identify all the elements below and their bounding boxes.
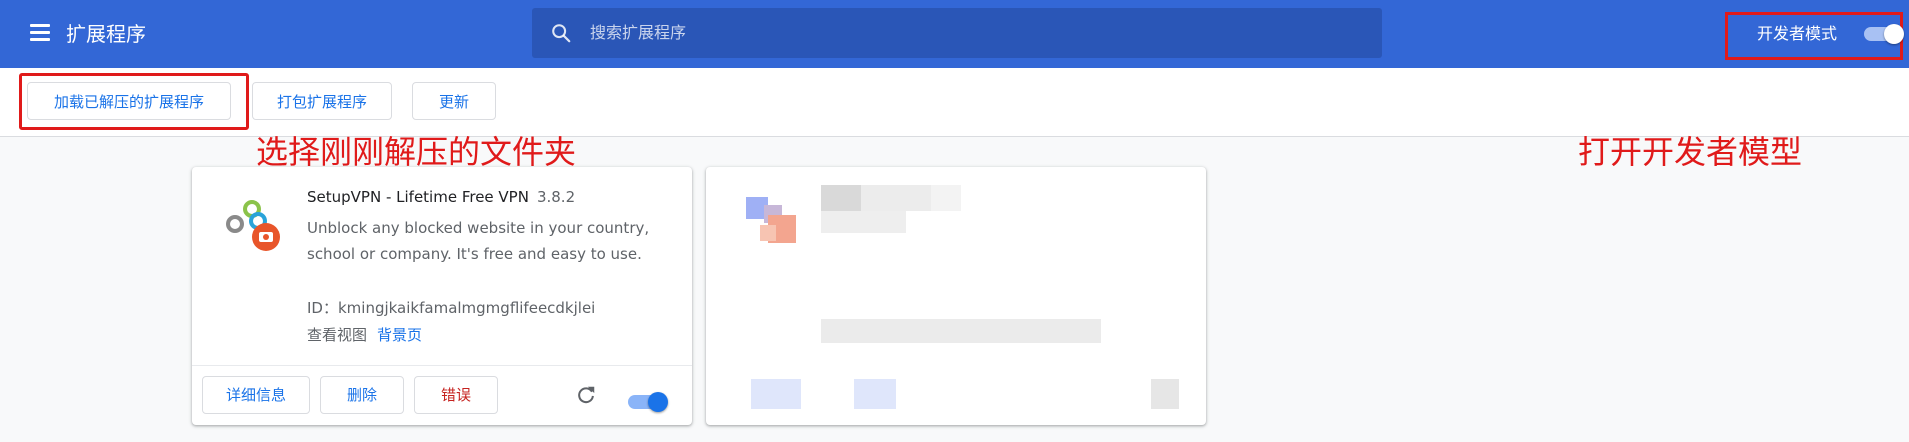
errors-button[interactable]: 错误 (414, 376, 498, 414)
menu-icon[interactable] (30, 24, 50, 41)
blurred-logo-block (760, 225, 776, 241)
page-title: 扩展程序 (66, 22, 146, 46)
extension-card-blurred (706, 167, 1206, 425)
annotation-select-folder: 选择刚刚解压的文件夹 (256, 133, 577, 171)
pack-extension-button[interactable]: 打包扩展程序 (252, 82, 392, 120)
background-page-link[interactable]: 背景页 (377, 326, 422, 344)
blurred-text-block (821, 211, 906, 233)
extension-name: SetupVPN - Lifetime Free VPN 3.8.2 (307, 188, 575, 206)
toggle-knob (1884, 24, 1904, 44)
load-unpacked-highlight (19, 73, 249, 130)
toggle-knob (648, 392, 668, 412)
extension-title: SetupVPN - Lifetime Free VPN (307, 188, 529, 206)
search-input[interactable]: 搜索扩展程序 (532, 8, 1382, 58)
search-icon (552, 24, 571, 43)
inspect-label: 查看视图 (307, 326, 368, 344)
card-divider (192, 365, 692, 366)
details-button[interactable]: 详细信息 (202, 376, 310, 414)
extension-id: ID：kmingjkaikfamalmgmgflifeecdkjlei (307, 299, 596, 317)
extension-description: Unblock any blocked website in your coun… (307, 219, 650, 263)
blurred-button-block (854, 379, 896, 409)
toolbar: 加载已解压的扩展程序 打包扩展程序 更新 (0, 68, 1909, 137)
extension-card: SetupVPN - Lifetime Free VPN 3.8.2 Unbloc… (192, 167, 692, 425)
top-bar: 扩展程序 搜索扩展程序 (0, 0, 1909, 68)
blurred-text-block (821, 319, 1101, 343)
blurred-text-block (821, 185, 861, 211)
extension-logo-icon (226, 200, 280, 251)
reload-icon[interactable] (575, 384, 597, 406)
update-button[interactable]: 更新 (412, 82, 496, 120)
search-placeholder: 搜索扩展程序 (590, 23, 687, 42)
blurred-toggle-block (1151, 379, 1179, 409)
blurred-text-block (931, 185, 961, 211)
inspect-views: 查看视图 背景页 (307, 324, 422, 345)
extension-version: 3.8.2 (536, 188, 576, 206)
blurred-text-block (861, 185, 931, 211)
extension-enable-toggle[interactable] (628, 392, 668, 412)
blurred-button-block (751, 379, 801, 409)
dev-mode-label: 开发者模式 (1757, 24, 1838, 43)
remove-button[interactable]: 删除 (320, 376, 404, 414)
dev-mode-toggle[interactable] (1864, 24, 1904, 44)
annotation-enable-dev: 打开开发者模型 (1578, 133, 1803, 171)
